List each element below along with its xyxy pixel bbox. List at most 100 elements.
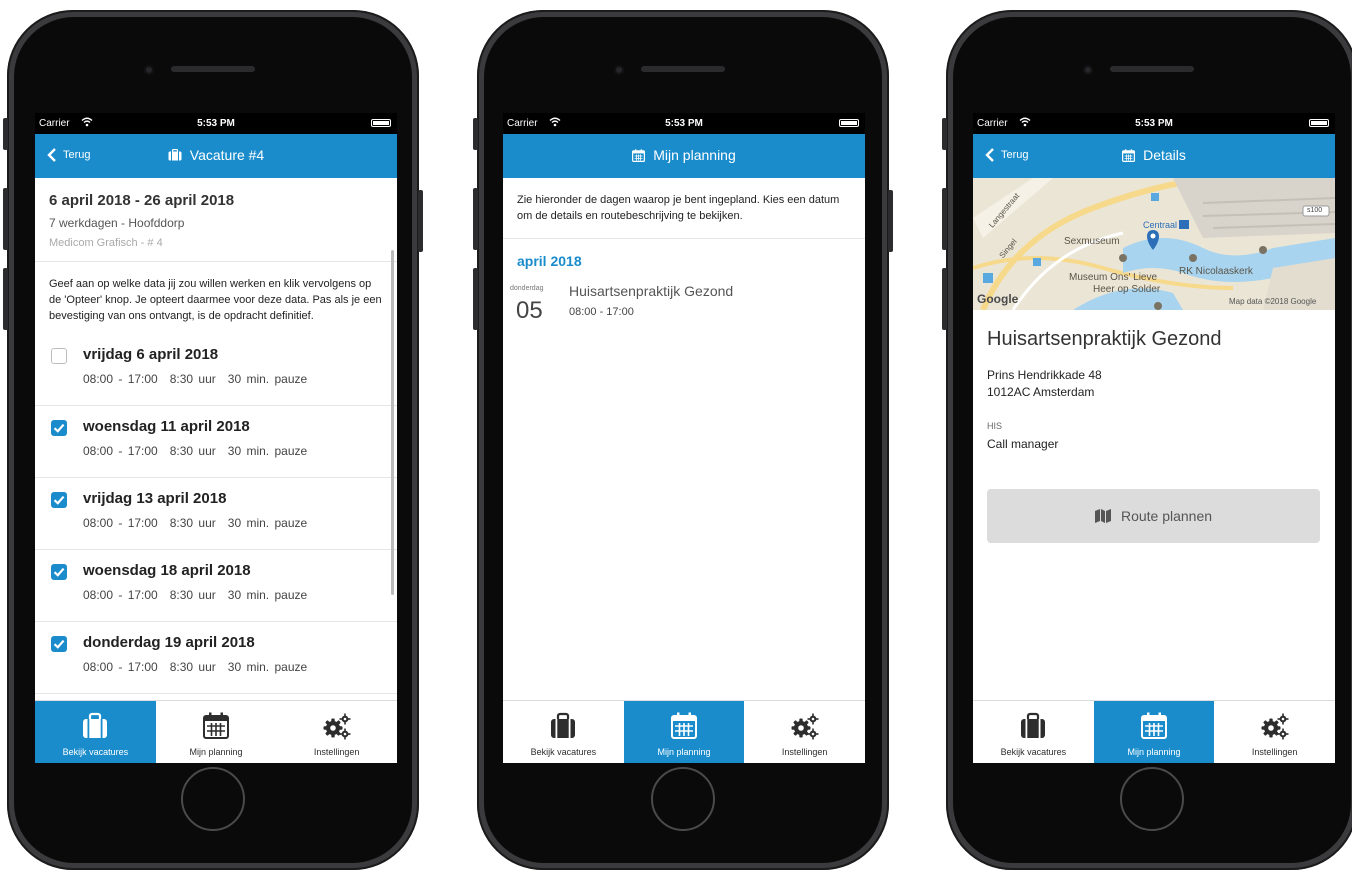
home-button[interactable] (1120, 767, 1184, 831)
map-label-route: s100 (1307, 207, 1323, 214)
home-button[interactable] (181, 767, 245, 831)
vacancy-content[interactable]: 6 april 2018 - 26 april 2018 7 werkdagen… (35, 178, 397, 700)
briefcase-icon (548, 711, 578, 747)
day-pause: 30 min. pauze (227, 588, 308, 602)
checkmark-icon (53, 423, 65, 433)
day-row[interactable]: vrijdag 6 april 2018 08:00 - 17:00 8:30 uu… (35, 334, 397, 406)
tab-mijn-planning[interactable]: Mijn planning (156, 701, 277, 763)
entry-practice-name: Huisartsenpraktijk Gezond (569, 283, 734, 299)
map-label-heer-op-solder: Heer op Solder (1093, 284, 1161, 295)
checkbox-checked[interactable] (51, 636, 67, 652)
front-camera (614, 65, 624, 75)
status-bar: Carrier 5:53 PM (35, 113, 397, 134)
map-label-sexmuseum: Sexmuseum (1064, 236, 1120, 247)
day-meta: 08:00 - 17:00 8:30 uur 30 min. pauze (83, 444, 307, 458)
calendar-icon (201, 711, 231, 747)
day-pause: 30 min. pauze (227, 372, 308, 386)
planning-entry[interactable]: donderdag 05 Huisartsenpraktijk Gezond 0… (503, 277, 865, 337)
vacancy-instructions: Geef aan op welke data jij zou willen we… (49, 278, 382, 322)
tab-instellingen[interactable]: Instellingen (744, 701, 865, 763)
earpiece-speaker (641, 66, 725, 72)
map-view[interactable]: Langestraat Singel Sexmuseum Centraal Mu… (973, 178, 1335, 310)
his-label: HIS (987, 421, 1003, 431)
phone-frame-planning: Carrier 5:53 PM Mijn planning Zie hieron… (473, 10, 893, 870)
day-pause: 30 min. pauze (227, 444, 308, 458)
earpiece-speaker (171, 66, 255, 72)
day-meta: 08:00 - 17:00 8:30 uur 30 min. pauze (83, 372, 307, 386)
entry-weekday: donderdag (510, 285, 544, 292)
tab-mijn-planning[interactable]: Mijn planning (623, 701, 745, 763)
day-hours: 8:30 uur (169, 516, 216, 530)
checkmark-icon (53, 639, 65, 649)
briefcase-icon (1018, 711, 1048, 747)
practice-address: Prins Hendrikkade 48 1012AC Amsterdam (987, 367, 1102, 401)
tab-bekijk-vacatures[interactable]: Bekijk vacatures (973, 701, 1094, 763)
tab-bar: Bekijk vacatures Mijn planning Instellinge… (503, 700, 865, 763)
front-camera (1083, 65, 1093, 75)
gears-icon (790, 711, 820, 747)
day-label: vrijdag 6 april 2018 (83, 346, 219, 363)
day-row[interactable]: woensdag 11 april 2018 08:00 - 17:00 8:30 … (35, 406, 397, 478)
checkbox-checked[interactable] (51, 420, 67, 436)
day-label: donderdag 19 april 2018 (83, 634, 255, 651)
address-street: Prins Hendrikkade 48 (987, 368, 1102, 382)
home-button[interactable] (651, 767, 715, 831)
calendar-icon (669, 711, 699, 747)
entry-time: 08:00 - 17:00 (569, 306, 634, 318)
calendar-icon (632, 148, 646, 162)
page-title: Details (1143, 147, 1186, 163)
tab-label: Mijn planning (189, 747, 243, 757)
phone-frame-details: Carrier 5:53 PM Terug Details Langestraa… (942, 10, 1352, 870)
checkbox-checked[interactable] (51, 564, 67, 580)
tab-bekijk-vacatures[interactable]: Bekijk vacatures (35, 701, 156, 763)
nav-bar: Mijn planning (503, 134, 865, 178)
briefcase-icon (168, 149, 182, 161)
day-time: 08:00 - 17:00 (83, 660, 158, 674)
tab-instellingen[interactable]: Instellingen (1214, 701, 1335, 763)
tab-label: Mijn planning (1127, 747, 1181, 757)
his-value: Call manager (987, 437, 1059, 451)
tab-label: Instellingen (781, 747, 828, 757)
tab-mijn-planning[interactable]: Mijn planning (1093, 701, 1215, 763)
nav-bar: Terug Details (973, 134, 1335, 178)
day-hours: 8:30 uur (169, 660, 216, 674)
tab-label: Bekijk vacatures (530, 747, 597, 757)
day-hours: 8:30 uur (169, 444, 216, 458)
day-label: woensdag 11 april 2018 (83, 418, 250, 435)
status-time: 5:53 PM (197, 118, 235, 129)
status-bar: Carrier 5:53 PM (503, 113, 865, 134)
day-hours: 8:30 uur (169, 588, 216, 602)
checkbox-checked[interactable] (51, 492, 67, 508)
day-row[interactable]: woensdag 18 april 2018 08:00 - 17:00 8:30 … (35, 550, 397, 622)
map-icon (1094, 509, 1111, 523)
vacancy-date-range: 6 april 2018 - 26 april 2018 (49, 192, 235, 209)
day-meta: 08:00 - 17:00 8:30 uur 30 min. pauze (83, 588, 307, 602)
tab-label: Bekijk vacatures (62, 747, 129, 757)
phone-frame-vacancy: Carrier 5:53 PM Terug Vacature #4 6 apri… (3, 10, 423, 870)
map-label-museum: Museum Ons' Lieve (1069, 272, 1158, 283)
nav-title: Mijn planning (503, 147, 865, 163)
front-camera (144, 65, 154, 75)
tab-label: Instellingen (313, 747, 360, 757)
map-attribution: Map data ©2018 Google (1229, 297, 1317, 306)
calendar-icon (1139, 711, 1169, 747)
day-row[interactable]: vrijdag 13 april 2018 08:00 - 17:00 8:30 u… (35, 478, 397, 550)
briefcase-icon (80, 711, 110, 747)
nav-title: Vacature #4 (35, 147, 397, 163)
scrollbar[interactable] (391, 250, 394, 595)
tab-label: Mijn planning (657, 747, 711, 757)
tab-instellingen[interactable]: Instellingen (276, 701, 397, 763)
tab-bekijk-vacatures[interactable]: Bekijk vacatures (503, 701, 624, 763)
route-plan-button[interactable]: Route plannen (987, 489, 1320, 543)
calendar-icon (1122, 148, 1136, 162)
day-pause: 30 min. pauze (227, 660, 308, 674)
day-time: 08:00 - 17:00 (83, 516, 158, 530)
checkbox-unchecked[interactable] (51, 348, 67, 364)
day-hours: 8:30 uur (169, 372, 216, 386)
vacancy-company: Medicom Grafisch - # 4 (49, 237, 163, 249)
tab-bar: Bekijk vacatures Mijn planning Instellinge… (973, 700, 1335, 763)
map-label-centraal: Centraal (1143, 220, 1178, 230)
nav-title: Details (973, 147, 1335, 163)
gears-icon (1260, 711, 1290, 747)
day-row[interactable]: donderdag 19 april 2018 08:00 - 17:00 8:30… (35, 622, 397, 694)
